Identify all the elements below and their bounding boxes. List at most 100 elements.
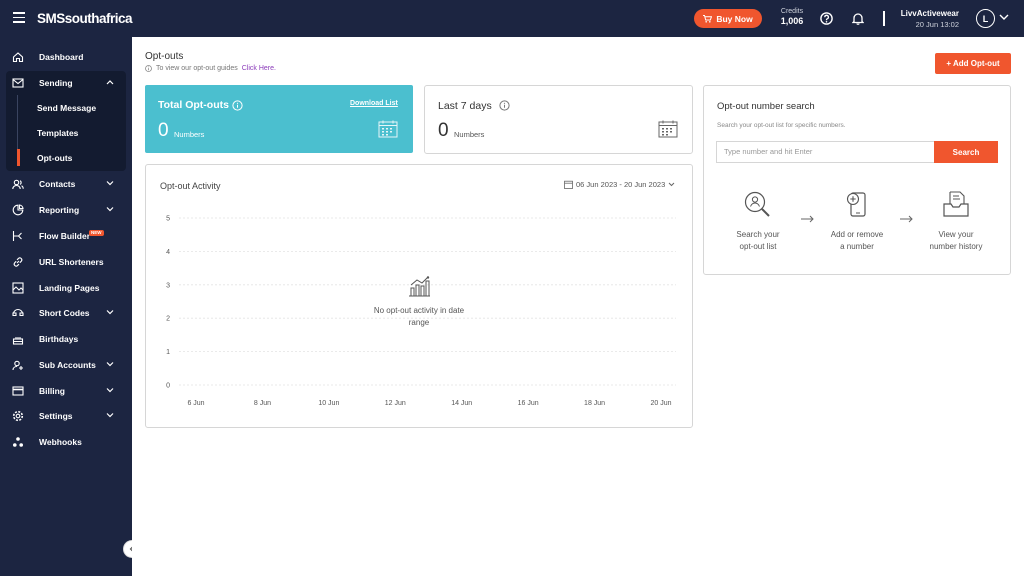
search-person-icon [744,191,770,217]
y-tick-label: 3 [166,282,170,289]
sidebar-item-sending[interactable]: Sending [0,72,132,94]
credits-value: 1,006 [780,16,804,26]
sidebar-item-url-shorteners[interactable]: URL Shorteners [0,251,132,273]
page-title: Opt-outs [145,51,184,62]
sidebar-item-label: Billing [39,386,65,396]
sidebar-item-reporting[interactable]: Reporting [0,199,132,221]
mail-icon [12,77,24,89]
sidebar-item-label: Dashboard [39,52,84,62]
sidebar-item-billing[interactable]: Billing [0,380,132,402]
step-line-1: Search your [736,230,780,239]
step-add-remove: Add or remove a number [825,229,889,253]
contacts-icon [12,178,24,190]
step-line-2: number history [929,242,983,251]
sidebar-item-label: Contacts [39,179,76,189]
landing-page-icon [12,282,24,294]
last7-unit: Numbers [454,130,485,139]
avatar[interactable]: L [976,9,995,28]
link-icon [12,256,24,268]
search-input[interactable]: Type number and hit Enter [716,141,934,163]
divider [883,11,885,26]
step-search: Search your opt-out list [726,229,790,253]
sidebar-item-landing-pages[interactable]: Landing Pages [0,277,132,299]
sidebar-item-label: Webhooks [39,437,82,447]
panel-title: Opt-out number search [717,101,815,112]
y-tick-label: 5 [166,216,170,223]
sidebar-item-label: URL Shorteners [39,257,104,267]
last-7-days-card: Last 7 days 0 Numbers [424,85,693,154]
sidebar-subitem-templates[interactable]: Templates [37,128,78,138]
user-datetime: 20 Jun 13:02 [915,20,959,29]
cake-icon [12,333,24,345]
sidebar-subitem-send-message[interactable]: Send Message [37,103,96,113]
sidebar-item-flow-builder[interactable]: Flow Builder [0,225,132,247]
guide-link[interactable]: Click Here. [242,65,276,72]
hamburger-menu-icon[interactable] [13,12,25,23]
y-tick-label: 1 [166,349,170,356]
calendar-icon [658,120,678,138]
step-line-2: opt-out list [739,242,777,251]
gear-icon [12,410,24,422]
empty-state-line-2: range [408,318,430,327]
bell-icon[interactable] [852,12,864,25]
buy-now-button[interactable]: Buy Now [694,9,762,28]
add-opt-out-button[interactable]: + Add Opt-out [935,53,1011,74]
info-icon [232,100,243,111]
credits-label: Credits [780,8,804,15]
x-tick-label: 6 Jun [187,400,204,407]
sidebar-item-dashboard[interactable]: Dashboard [0,46,132,68]
sidebar-subitem-opt-outs[interactable]: Opt-outs [37,153,72,163]
chevron-down-icon [106,362,114,367]
x-tick-label: 16 Jun [518,400,539,407]
credits-display: Credits 1,006 [778,8,806,26]
total-unit: Numbers [174,130,205,139]
inbox-history-icon [943,191,969,217]
chevron-up-icon [106,80,114,85]
new-badge: NEW [89,230,104,236]
sidebar-item-sub-accounts[interactable]: Sub Accounts [0,354,132,376]
sidebar-item-label: Short Codes [39,308,90,318]
brand-logo[interactable]: SMSsouthafrica [37,11,133,26]
total-value: 0 [158,120,169,141]
sidebar-item-birthdays[interactable]: Birthdays [0,328,132,350]
sidebar-item-short-codes[interactable]: Short Codes [0,302,132,324]
y-tick-label: 0 [166,383,170,390]
cart-icon [703,14,713,23]
page-info: To view our opt-out guides Click Here. [145,65,276,72]
panel-subtitle: Search your opt-out list for specific nu… [717,122,846,129]
sidebar-item-webhooks[interactable]: Webhooks [0,431,132,453]
chevron-down-icon [106,207,114,212]
empty-state-line-1: No opt-out activity in date [373,306,465,315]
sidebar-item-label: Sub Accounts [39,360,96,370]
card-title: Total Opt-outs [158,99,229,111]
info-icon [499,100,510,111]
card-title: Last 7 days [438,100,492,112]
x-tick-label: 8 Jun [254,400,271,407]
search-button[interactable]: Search [934,141,998,163]
empty-state-text: No opt-out activity in date range [359,305,479,329]
info-icon [145,65,152,72]
info-text: To view our opt-out guides [156,65,238,72]
sidebar-item-contacts[interactable]: Contacts [0,173,132,195]
submenu-line [17,95,18,151]
y-tick-label: 2 [166,316,170,323]
arrow-right-icon [801,215,814,223]
active-indicator [17,149,20,166]
x-tick-label: 20 Jun [650,400,671,407]
chevron-down-icon[interactable] [999,13,1009,21]
x-tick-label: 18 Jun [584,400,605,407]
step-line-1: View your [938,230,974,239]
sidebar-item-label: Landing Pages [39,283,100,293]
user-info[interactable]: LivvActivewear 20 Jun 13:02 [895,9,959,29]
flow-icon [12,230,24,242]
opt-out-activity-card: Opt-out Activity 06 Jun 2023 - 20 Jun 20… [145,164,693,428]
sidebar-item-label: Settings [39,411,73,421]
help-icon[interactable] [820,12,833,25]
sidebar-item-settings[interactable]: Settings [0,405,132,427]
total-opt-outs-card: Total Opt-outs Download List 0 Numbers [145,85,413,153]
buy-now-label: Buy Now [716,13,753,24]
step-line-1: Add or remove [830,230,884,239]
chart-growth-icon [409,276,430,297]
download-list-link[interactable]: Download List [350,100,398,107]
sidebar-item-label: Sending [39,78,73,88]
